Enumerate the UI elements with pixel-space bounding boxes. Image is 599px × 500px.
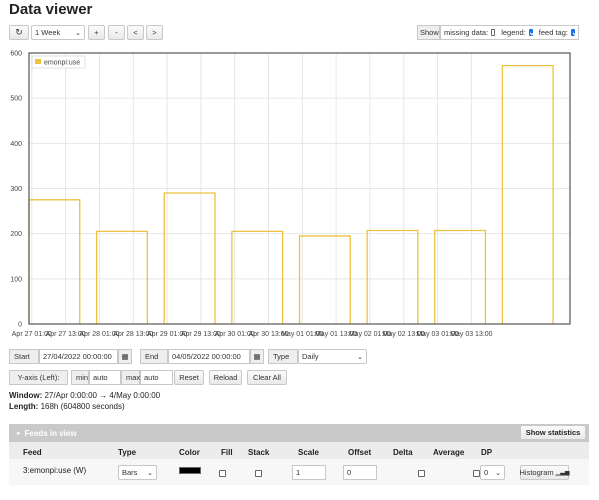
legend-swatch (35, 59, 41, 64)
y-tick-label: 500 (10, 96, 22, 103)
chevron-down-icon: ⌄ (357, 353, 363, 361)
col-feed: Feed (23, 448, 42, 457)
y-tick-label: 600 (10, 51, 22, 58)
y-axis-label: Y-axis (Left): (9, 370, 68, 385)
legend-label: emonpi:use (44, 60, 80, 67)
feed-color-swatch[interactable] (179, 467, 201, 474)
calendar-icon: ▦ (121, 352, 129, 361)
clear-all-button[interactable]: Clear All (247, 370, 287, 385)
y-tick-label: 0 (18, 322, 22, 329)
col-average: Average (433, 448, 465, 457)
y-max-input[interactable]: auto (140, 370, 173, 385)
range-select[interactable]: 1 Week ⌄ (31, 25, 85, 40)
max-label: max (121, 370, 140, 385)
pan-right-button[interactable]: > (146, 25, 163, 40)
length-info: Length: 168h (604800 seconds) (9, 402, 125, 411)
chevron-down-icon: ⌄ (147, 469, 153, 477)
col-type: Type (118, 448, 137, 457)
scale-input[interactable]: 1 (292, 465, 326, 480)
end-label: End (140, 349, 168, 364)
end-calendar-button[interactable]: ▦ (250, 349, 264, 364)
end-date-input[interactable]: 04/05/2022 00:00:00 (168, 349, 250, 364)
show-options: missing data: legend: feed tag: (440, 25, 579, 40)
fill-checkbox[interactable] (219, 470, 226, 478)
zoom-in-button[interactable]: + (88, 25, 105, 40)
histogram-button[interactable]: Histogram ▁▃▅ (519, 465, 570, 480)
y-tick-label: 200 (10, 231, 22, 238)
average-checkbox[interactable] (472, 470, 480, 478)
chevron-down-icon: ⌄ (495, 469, 501, 477)
col-scale: Scale (298, 448, 319, 457)
length-label: Length: (9, 402, 39, 411)
y-tick-label: 100 (10, 276, 22, 283)
calendar-icon: ▦ (253, 352, 261, 361)
feed-name: 3:emonpi:use (W) (23, 466, 87, 475)
y-tick-label: 400 (10, 141, 22, 148)
y-tick-label: 300 (10, 186, 22, 193)
min-label: min (71, 370, 89, 385)
pan-left-button[interactable]: < (127, 25, 144, 40)
reset-button[interactable]: Reset (174, 370, 204, 385)
chevron-down-icon: ⌄ (75, 29, 81, 37)
y-min-input[interactable]: auto (89, 370, 121, 385)
col-stack: Stack (248, 448, 270, 457)
start-date-input[interactable]: 27/04/2022 00:00:00 (39, 349, 118, 364)
data-chart[interactable]: Apr 27 01:00Apr 27 13:00Apr 28 01:00Apr … (0, 45, 599, 345)
window-info: Window: 27/Apr 0:00:00 → 4/May 0:00:00 (9, 391, 160, 400)
feed-type-select[interactable]: Bars ⌄ (118, 465, 157, 480)
missing-data-label: missing data: (444, 28, 489, 37)
legend-checkbox[interactable] (528, 29, 533, 36)
stack-checkbox[interactable] (255, 470, 263, 478)
refresh-icon: ↻ (15, 27, 23, 37)
window-value: 27/Apr 0:00:00 → 4/May 0:00:00 (44, 391, 161, 400)
col-dp: DP (481, 448, 493, 457)
caret-icon: ▸ (17, 430, 21, 437)
feeds-panel-header[interactable]: ▸ Feeds in view (9, 424, 589, 442)
show-statistics-button[interactable]: Show statistics (520, 425, 586, 440)
col-color: Color (179, 448, 200, 457)
col-delta: Delta (393, 448, 413, 457)
x-tick-label: May 03 13:00 (450, 331, 493, 338)
page-title: Data viewer (9, 1, 93, 18)
delta-checkbox[interactable] (418, 470, 426, 478)
feeds-panel-title: Feeds in view (24, 428, 77, 438)
dp-select[interactable]: 0 ⌄ (480, 465, 505, 480)
col-offset: Offset (348, 448, 372, 457)
length-value: 168h (604800 seconds) (40, 402, 125, 411)
type-select[interactable]: Daily ⌄ (298, 349, 367, 364)
window-label: Window: (9, 391, 43, 400)
legend-label: legend: (501, 28, 526, 37)
type-label: Type (268, 349, 298, 364)
start-calendar-button[interactable]: ▦ (118, 349, 132, 364)
refresh-button[interactable]: ↻ (9, 25, 29, 40)
offset-input[interactable]: 0 (343, 465, 377, 480)
show-label: Show (417, 25, 440, 40)
feed-tag-checkbox[interactable] (571, 29, 575, 36)
reload-button[interactable]: Reload (209, 370, 242, 385)
missing-data-checkbox[interactable] (491, 29, 496, 36)
feed-tag-label: feed tag: (538, 28, 568, 37)
bar-chart-icon: ▁▃▅ (555, 470, 570, 476)
start-label: Start (9, 349, 39, 364)
col-fill: Fill (221, 448, 233, 457)
zoom-out-button[interactable]: - (108, 25, 125, 40)
